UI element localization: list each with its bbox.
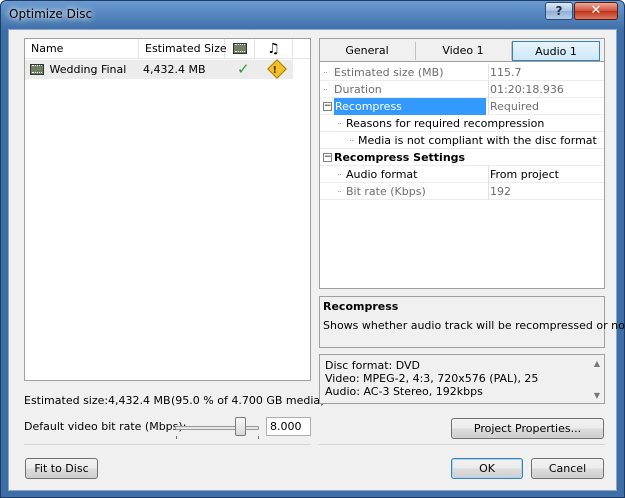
disc-video-line: Video: MPEG-2, 4:3, 720x576 (PAL), 25 xyxy=(325,372,539,385)
music-note-icon: ♫ xyxy=(267,41,280,57)
cancel-button[interactable]: Cancel xyxy=(531,458,604,479)
warning-icon: ! xyxy=(267,59,287,81)
media-list[interactable]: Name Estimated Size ♫ Wedding Final 4,43… xyxy=(24,38,311,381)
bitrate-slider-track[interactable] xyxy=(175,426,259,430)
tab-audio-1[interactable]: Audio 1 xyxy=(512,41,600,61)
help-button[interactable]: ? xyxy=(545,2,573,20)
property-row-recompress[interactable]: − Recompress Required xyxy=(320,98,604,115)
scroll-up-icon[interactable]: ▲ xyxy=(594,359,600,368)
property-value: Required xyxy=(490,100,539,113)
property-row-bit-rate[interactable]: Bit rate (Kbps) 192 xyxy=(320,183,604,200)
property-value: From project xyxy=(490,168,559,181)
property-row-audio-format[interactable]: Audio format From project xyxy=(320,166,604,183)
column-header-name[interactable]: Name xyxy=(25,39,139,59)
property-value: 01:20:18.936 xyxy=(490,83,564,96)
column-divider xyxy=(488,98,489,115)
divider xyxy=(24,444,311,445)
property-category: Recompress Settings xyxy=(334,151,466,164)
column-divider xyxy=(488,183,489,200)
property-row-reasons[interactable]: Reasons for required recompression xyxy=(320,115,604,132)
tab-strip: General Video 1 Audio 1 xyxy=(319,38,605,62)
list-header: Name Estimated Size ♫ xyxy=(25,39,310,59)
dialog-body: Name Estimated Size ♫ Wedding Final 4,43… xyxy=(8,29,625,491)
estimated-size-note: (95.0 % of 4.700 GB media) xyxy=(171,394,325,407)
property-row-duration[interactable]: Duration 01:20:18.936 xyxy=(320,81,604,98)
disc-info-box[interactable]: Disc format: DVD Video: MPEG-2, 4:3, 720… xyxy=(319,354,605,404)
reason-item: Media is not compliant with the disc for… xyxy=(358,134,597,147)
row-bullet xyxy=(324,89,327,90)
column-divider xyxy=(488,81,489,98)
film-icon xyxy=(30,64,44,75)
checkmark-icon: ✓ xyxy=(237,60,250,78)
property-name: Audio format xyxy=(346,168,418,181)
optimize-disc-window: Optimize Disc ? ✕ Name Estimated Size ♫ … xyxy=(0,0,625,498)
row-bullet xyxy=(338,123,341,124)
property-name: Estimated size (MB) xyxy=(334,66,444,79)
row-bullet xyxy=(350,140,353,141)
property-grid[interactable]: Estimated size (MB) 115.7 Duration 01:20… xyxy=(319,62,605,289)
column-header-audio[interactable]: ♫ xyxy=(255,39,293,59)
property-value: 115.7 xyxy=(490,66,522,79)
tab-general[interactable]: General xyxy=(322,41,412,61)
column-header-estimated-size[interactable]: Estimated Size xyxy=(139,39,227,59)
tab-video-1[interactable]: Video 1 xyxy=(416,41,510,61)
bitrate-label: Default video bit rate (Mbps): xyxy=(24,420,187,433)
fit-to-disc-button[interactable]: Fit to Disc xyxy=(25,458,98,479)
property-description: Recompress Shows whether audio track wil… xyxy=(319,296,625,348)
slider-tick xyxy=(258,436,259,439)
estimated-size-label: Estimated size: xyxy=(24,394,109,407)
description-title: Recompress xyxy=(323,300,399,313)
property-value: 192 xyxy=(490,185,511,198)
property-name: Duration xyxy=(334,83,382,96)
close-button[interactable]: ✕ xyxy=(574,2,618,20)
property-row-estimated-size[interactable]: Estimated size (MB) 115.7 xyxy=(320,64,604,81)
row-bullet xyxy=(338,174,341,175)
divider xyxy=(319,444,605,445)
disc-audio-line: Audio: AC-3 Stereo, 192kbps xyxy=(325,385,483,398)
list-item-name-cell: Wedding Final xyxy=(30,60,126,79)
window-title: Optimize Disc xyxy=(9,7,93,21)
title-bar[interactable]: Optimize Disc ? ✕ xyxy=(1,1,624,29)
bitrate-slider-thumb[interactable] xyxy=(235,417,246,436)
property-row-recompress-settings[interactable]: − Recompress Settings xyxy=(320,149,604,166)
reasons-label: Reasons for required recompression xyxy=(346,117,545,130)
disc-format-line: Disc format: DVD xyxy=(325,359,420,372)
property-row-reason-item[interactable]: Media is not compliant with the disc for… xyxy=(320,132,604,149)
property-name-selected: Recompress xyxy=(334,98,486,115)
list-item-size: 4,432.4 MB xyxy=(143,63,206,76)
row-bullet xyxy=(324,72,327,73)
column-divider xyxy=(488,64,489,81)
description-text: Shows whether audio track will be recomp… xyxy=(323,319,625,332)
film-icon xyxy=(232,43,247,54)
column-divider xyxy=(488,166,489,183)
slider-tick xyxy=(176,436,177,439)
bitrate-input[interactable]: 8.000 xyxy=(266,417,311,436)
project-properties-button[interactable]: Project Properties... xyxy=(451,418,604,439)
ok-button[interactable]: OK xyxy=(451,458,523,479)
list-item-name: Wedding Final xyxy=(49,63,127,76)
collapse-icon[interactable]: − xyxy=(323,153,332,162)
list-item[interactable]: Wedding Final 4,432.4 MB ✓ ! xyxy=(25,59,293,81)
collapse-icon[interactable]: − xyxy=(323,102,332,111)
row-bullet xyxy=(338,191,341,192)
property-name: Bit rate (Kbps) xyxy=(346,185,426,198)
estimated-size-value: 4,432.4 MB xyxy=(108,394,171,407)
scroll-down-icon[interactable]: ▼ xyxy=(594,391,600,400)
column-header-video[interactable] xyxy=(225,39,255,59)
